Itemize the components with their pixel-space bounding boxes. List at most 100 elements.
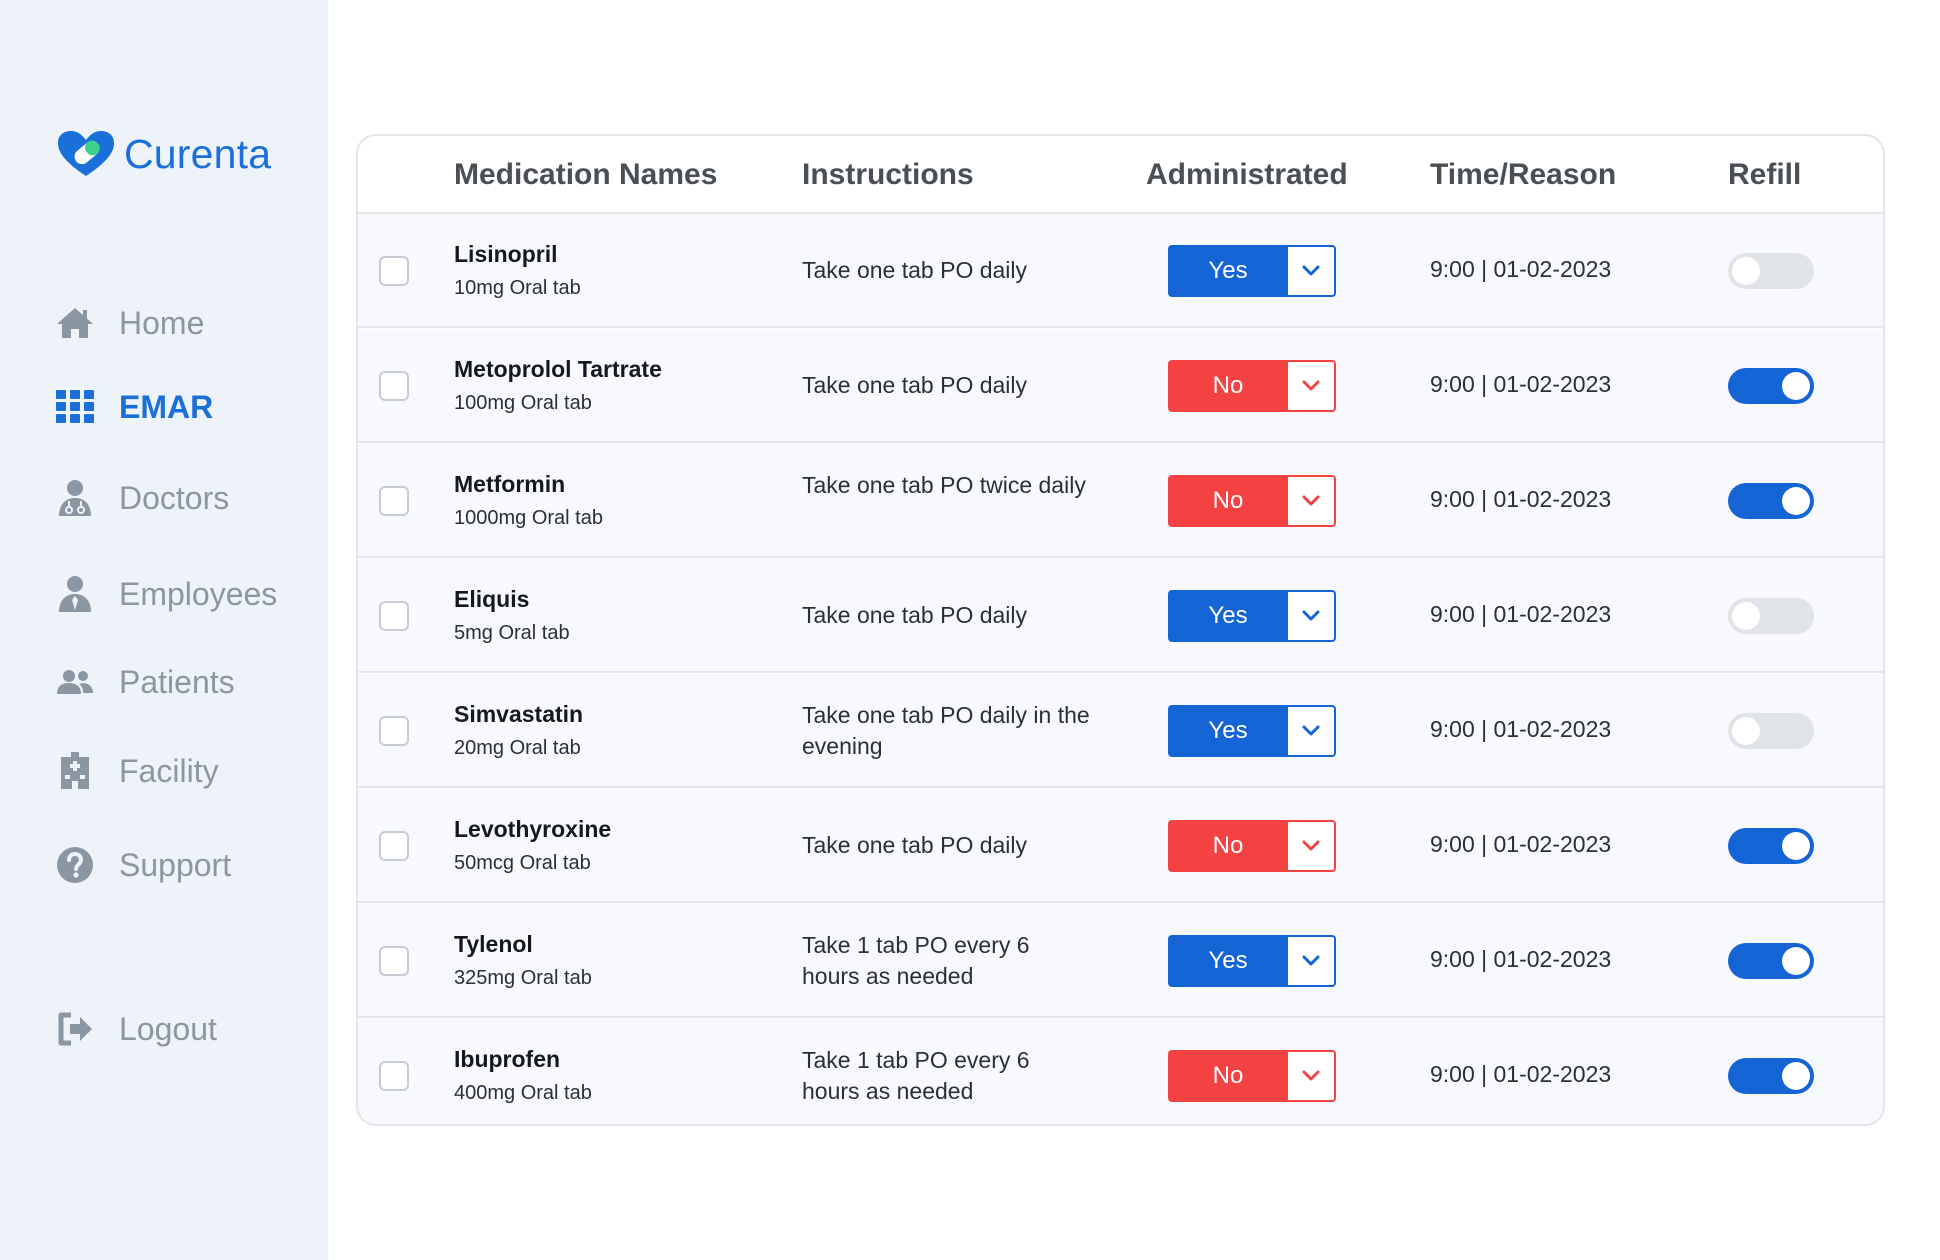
administrated-value[interactable]: Yes — [1168, 245, 1288, 297]
time-reason: 9:00 | 01-02-2023 — [1430, 601, 1612, 627]
sidebar-item-label: Facility — [119, 752, 219, 789]
refill-toggle[interactable] — [1728, 598, 1814, 634]
sidebar-item-support[interactable]: Support — [54, 841, 231, 889]
row-checkbox[interactable] — [379, 486, 409, 516]
administrated-dropdown[interactable]: No — [1168, 1050, 1336, 1102]
row-checkbox[interactable] — [379, 601, 409, 631]
refill-toggle[interactable] — [1728, 943, 1814, 979]
sidebar-item-facility[interactable]: Facility — [54, 747, 219, 795]
sidebar-item-label: Doctors — [119, 479, 230, 516]
refill-toggle[interactable] — [1728, 253, 1814, 289]
row-checkbox[interactable] — [379, 256, 409, 286]
sidebar-item-label: Employees — [119, 575, 278, 612]
chevron-down-icon[interactable] — [1288, 245, 1336, 297]
table-row: Tylenol 325mg Oral tab Take 1 tab PO every… — [358, 904, 1883, 1018]
sidebar-item-home[interactable]: Home — [54, 299, 204, 347]
administrated-dropdown[interactable]: No — [1168, 820, 1336, 872]
medication-dose: 100mg Oral tab — [454, 392, 592, 414]
toggle-knob — [1782, 487, 1810, 515]
time-reason: 9:00 | 01-02-2023 — [1430, 716, 1612, 742]
time-reason: 9:00 | 01-02-2023 — [1430, 486, 1612, 512]
administrated-dropdown[interactable]: No — [1168, 475, 1336, 527]
toggle-knob — [1732, 717, 1760, 745]
administrated-value[interactable]: No — [1168, 1050, 1288, 1102]
sidebar-item-employees[interactable]: Employees — [54, 570, 277, 618]
row-checkbox[interactable] — [379, 1061, 409, 1091]
administrated-dropdown[interactable]: Yes — [1168, 935, 1336, 987]
medication-name: Ibuprofen — [454, 1046, 561, 1072]
instructions-text: Take one tab PO daily in the evening — [802, 702, 1090, 759]
chevron-down-icon[interactable] — [1288, 820, 1336, 872]
administrated-dropdown[interactable]: Yes — [1168, 705, 1336, 757]
instructions-text: Take one tab PO daily — [802, 257, 1028, 283]
header-time-reason: Time/Reason — [1430, 158, 1617, 191]
table-row: Levothyroxine 50mcg Oral tab Take one tab … — [358, 789, 1883, 903]
sidebar-item-label: Patients — [119, 663, 235, 700]
sidebar-item-emar[interactable]: EMAR — [54, 383, 213, 431]
table-row: Eliquis 5mg Oral tab Take one tab PO daily… — [358, 559, 1883, 673]
instructions-text: Take 1 tab PO every 6 hours as needed — [802, 932, 1030, 989]
sidebar-item-doctors[interactable]: Doctors — [54, 474, 229, 522]
time-reason: 9:00 | 01-02-2023 — [1430, 371, 1612, 397]
administrated-dropdown[interactable]: Yes — [1168, 245, 1336, 297]
row-checkbox[interactable] — [379, 371, 409, 401]
table-row: Simvastatin 20mg Oral tab Take one tab PO … — [358, 674, 1883, 788]
chevron-down-icon[interactable] — [1288, 1050, 1336, 1102]
medication-dose: 1000mg Oral tab — [454, 507, 603, 529]
sidebar-item-patients[interactable]: Patients — [54, 658, 235, 706]
instructions-text: Take one tab PO daily — [802, 602, 1028, 628]
header-instructions: Instructions — [802, 158, 974, 191]
row-checkbox[interactable] — [379, 946, 409, 976]
brand-name: Curenta — [124, 130, 272, 177]
chevron-down-icon[interactable] — [1288, 590, 1336, 642]
row-checkbox[interactable] — [379, 831, 409, 861]
building-icon — [54, 750, 96, 792]
administrated-value[interactable]: Yes — [1168, 935, 1288, 987]
refill-toggle[interactable] — [1728, 828, 1814, 864]
chevron-down-icon[interactable] — [1288, 935, 1336, 987]
administrated-dropdown[interactable]: No — [1168, 360, 1336, 412]
doctor-icon — [54, 477, 96, 519]
administrated-value[interactable]: No — [1168, 360, 1288, 412]
chevron-down-icon[interactable] — [1288, 475, 1336, 527]
medication-name: Tylenol — [454, 931, 533, 957]
instructions-text: Take one tab PO daily — [802, 832, 1028, 858]
time-reason: 9:00 | 01-02-2023 — [1430, 256, 1612, 282]
toggle-knob — [1782, 832, 1810, 860]
medication-name: Simvastatin — [454, 701, 584, 727]
refill-toggle[interactable] — [1728, 483, 1814, 519]
time-reason: 9:00 | 01-02-2023 — [1430, 1061, 1612, 1087]
logo[interactable]: Curenta — [54, 128, 271, 180]
instructions-text: Take one tab PO daily — [802, 372, 1028, 398]
logout-label: Logout — [119, 1010, 217, 1047]
table-header: Medication Names Instructions Administra… — [358, 136, 1883, 214]
medication-dose: 5mg Oral tab — [454, 622, 570, 644]
toggle-knob — [1732, 257, 1760, 285]
medication-dose: 10mg Oral tab — [454, 277, 581, 299]
header-medication-names: Medication Names — [454, 158, 718, 191]
toggle-knob — [1782, 947, 1810, 975]
refill-toggle[interactable] — [1728, 368, 1814, 404]
sidebar-item-label: Home — [119, 304, 205, 341]
medication-name: Eliquis — [454, 586, 530, 612]
chevron-down-icon[interactable] — [1288, 705, 1336, 757]
administrated-value[interactable]: Yes — [1168, 590, 1288, 642]
administrated-dropdown[interactable]: Yes — [1168, 590, 1336, 642]
logout-icon — [54, 1008, 96, 1050]
medication-name: Metformin — [454, 471, 566, 497]
administrated-value[interactable]: Yes — [1168, 705, 1288, 757]
chevron-down-icon[interactable] — [1288, 360, 1336, 412]
administrated-value[interactable]: No — [1168, 820, 1288, 872]
refill-toggle[interactable] — [1728, 1058, 1814, 1094]
table-row: Ibuprofen 400mg Oral tab Take 1 tab PO eve… — [358, 1019, 1883, 1124]
header-administrated: Administrated — [1146, 158, 1348, 191]
row-checkbox[interactable] — [379, 716, 409, 746]
sidebar-item-label: EMAR — [119, 388, 214, 425]
table-row: Lisinopril 10mg Oral tab Take one tab PO d… — [358, 214, 1883, 328]
administrated-value[interactable]: No — [1168, 475, 1288, 527]
medication-table: Medication Names Instructions Administra… — [356, 134, 1885, 1126]
time-reason: 9:00 | 01-02-2023 — [1430, 946, 1612, 972]
logout-button[interactable]: Logout — [54, 1005, 217, 1053]
refill-toggle[interactable] — [1728, 713, 1814, 749]
toggle-knob — [1732, 602, 1760, 630]
